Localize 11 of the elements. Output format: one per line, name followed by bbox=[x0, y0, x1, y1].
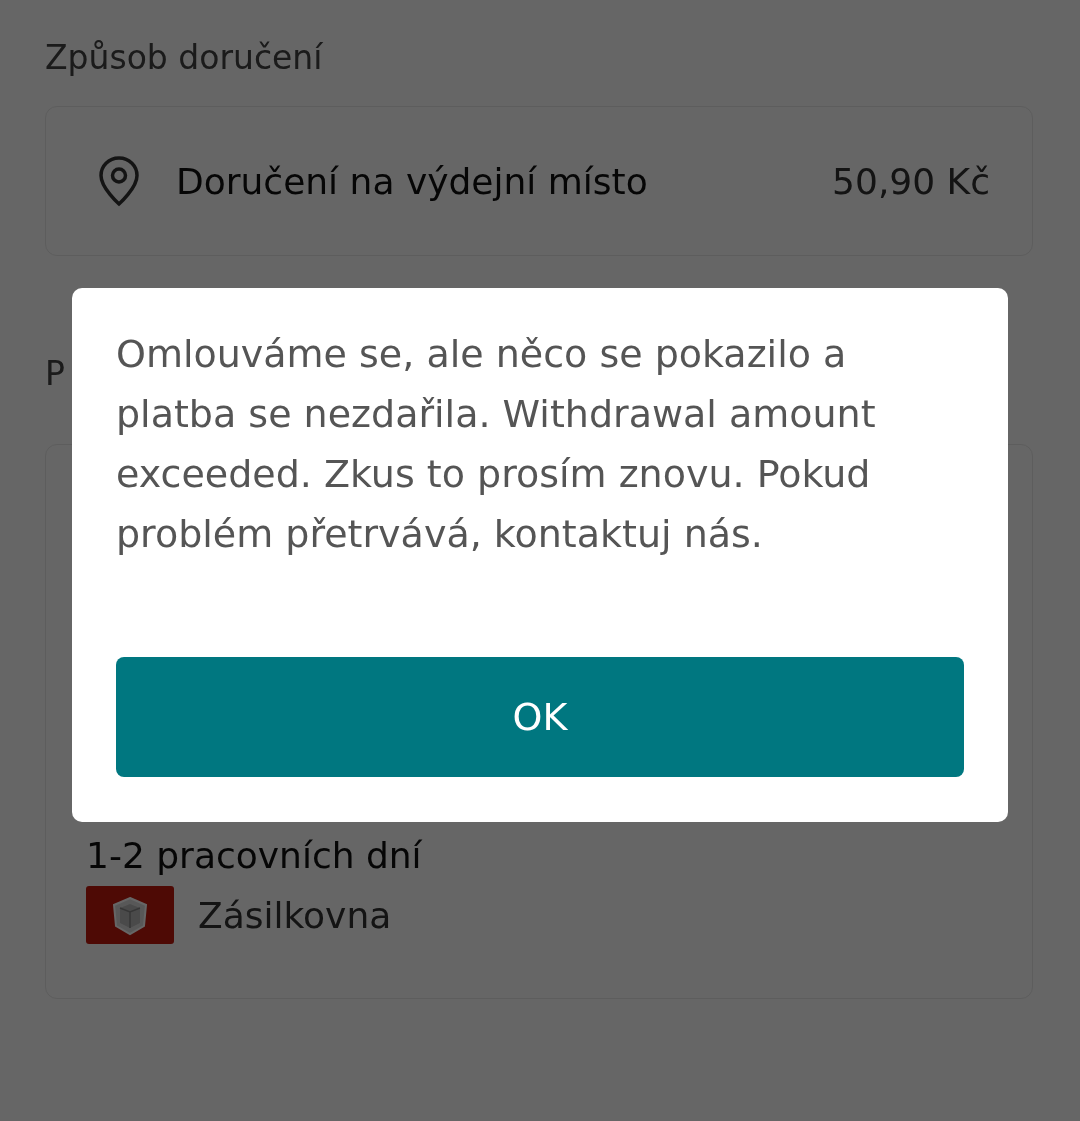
location-pin-icon bbox=[96, 155, 142, 207]
package-logo-icon bbox=[86, 886, 174, 944]
section-heading: P bbox=[45, 353, 65, 395]
error-message: Omlouváme se, ale něco se pokazilo a platba se nezdařila. Withdrawal amount exceeded. Zkus to prosím znovu. Pokud problém přetrvává, kontaktuj nás. bbox=[116, 331, 877, 558]
carrier-name: Zásilkovna bbox=[198, 894, 392, 936]
delivery-price: 50,90 Kč bbox=[832, 160, 990, 202]
delivery-option-card[interactable]: Doručení na výdejní místo 50,90 Kč bbox=[45, 106, 1033, 256]
delivery-time: 1-2 pracovních dní bbox=[86, 835, 423, 876]
delivery-option-label: Doručení na výdejní místo bbox=[176, 160, 649, 202]
ok-button[interactable]: OK bbox=[116, 657, 964, 777]
section-heading: Způsob doručení bbox=[45, 37, 324, 79]
